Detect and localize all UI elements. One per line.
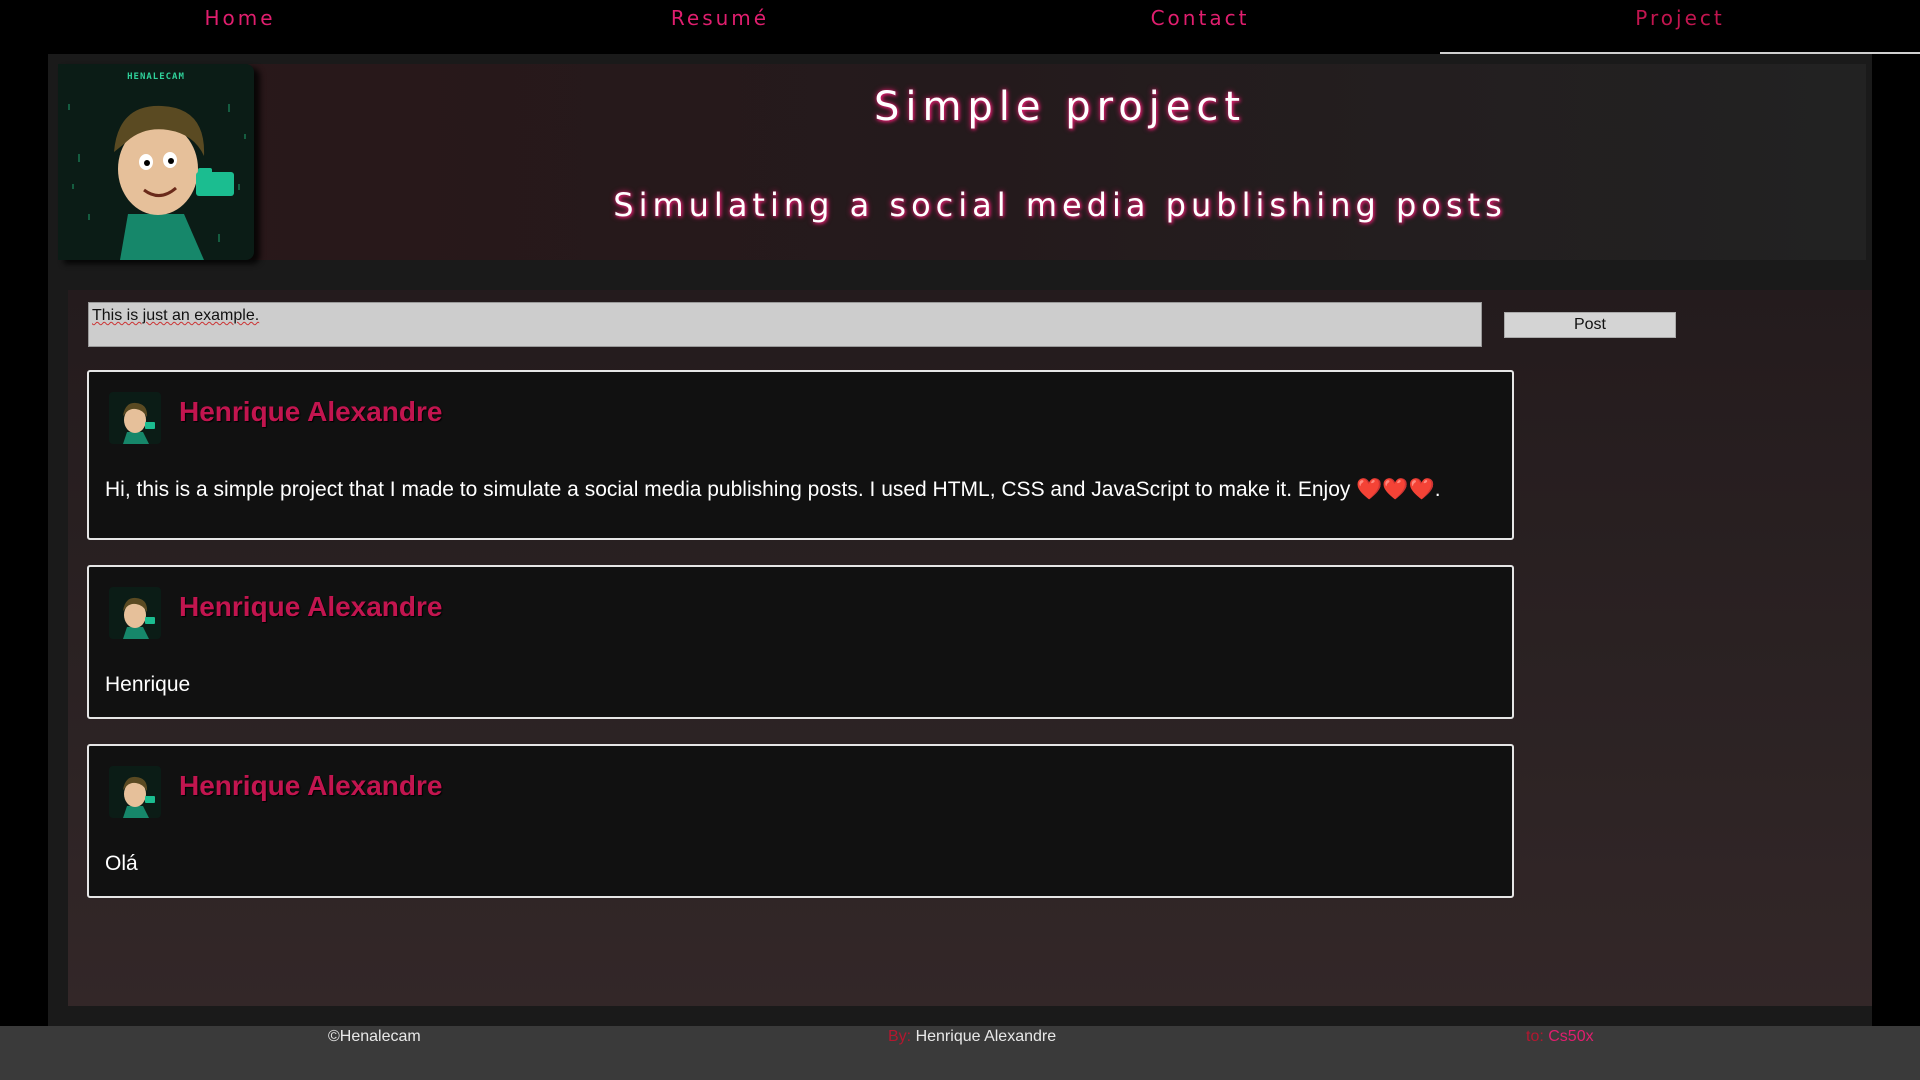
footer-by: By: Henrique Alexandre	[888, 1028, 1056, 1046]
footer-by-label: By:	[888, 1028, 912, 1045]
footer: ©Henalecam By: Henrique Alexandre to: Cs…	[0, 1026, 1920, 1080]
footer-to: to: Cs50x	[1526, 1028, 1594, 1046]
post-text-body: Hi, this is a simple project that I made…	[105, 478, 1357, 501]
page-subtitle: Simulating a social media publishing pos…	[613, 186, 1507, 224]
post-author[interactable]: Henrique Alexandre	[179, 770, 442, 802]
profile-logo: HENALECAM	[58, 64, 254, 260]
nav-resume[interactable]: Resumé	[480, 0, 960, 54]
nav-project[interactable]: Project	[1440, 0, 1920, 54]
avatar	[109, 766, 161, 818]
post-card: Henrique Alexandre Olá	[87, 744, 1514, 898]
post-text: Henrique	[105, 673, 191, 696]
avatar-icon	[123, 776, 155, 818]
post-button[interactable]: Post	[1504, 312, 1676, 338]
footer-to-link[interactable]: Cs50x	[1548, 1028, 1593, 1045]
post-input[interactable]: This is just an example.	[88, 302, 1482, 347]
avatar-icon	[123, 597, 155, 639]
footer-by-name: Henrique Alexandre	[915, 1028, 1057, 1045]
avatar	[109, 587, 161, 639]
nav-home[interactable]: Home	[0, 0, 480, 54]
post-text: Hi, this is a simple project that I made…	[105, 478, 1441, 502]
post-text: Olá	[105, 852, 138, 875]
post-card: Henrique Alexandre Hi, this is a simple …	[87, 370, 1514, 540]
post-input-value: This is just an example.	[92, 307, 260, 324]
avatar-icon	[123, 402, 155, 444]
post-card: Henrique Alexandre Henrique	[87, 565, 1514, 719]
avatar-illustration-icon	[68, 104, 246, 260]
nav-contact[interactable]: Contact	[960, 0, 1440, 54]
logo-text: HENALECAM	[127, 72, 185, 82]
hearts-icon: ❤️❤️❤️	[1356, 478, 1435, 501]
post-author[interactable]: Henrique Alexandre	[179, 591, 442, 623]
page-title: Simple project	[873, 84, 1247, 130]
top-nav: Home Resumé Contact Project	[0, 0, 1920, 54]
footer-to-label: to:	[1526, 1028, 1544, 1045]
post-text-trail: .	[1434, 478, 1441, 501]
footer-copyright: ©Henalecam	[328, 1028, 421, 1045]
post-author[interactable]: Henrique Alexandre	[179, 396, 442, 428]
avatar	[109, 392, 161, 444]
